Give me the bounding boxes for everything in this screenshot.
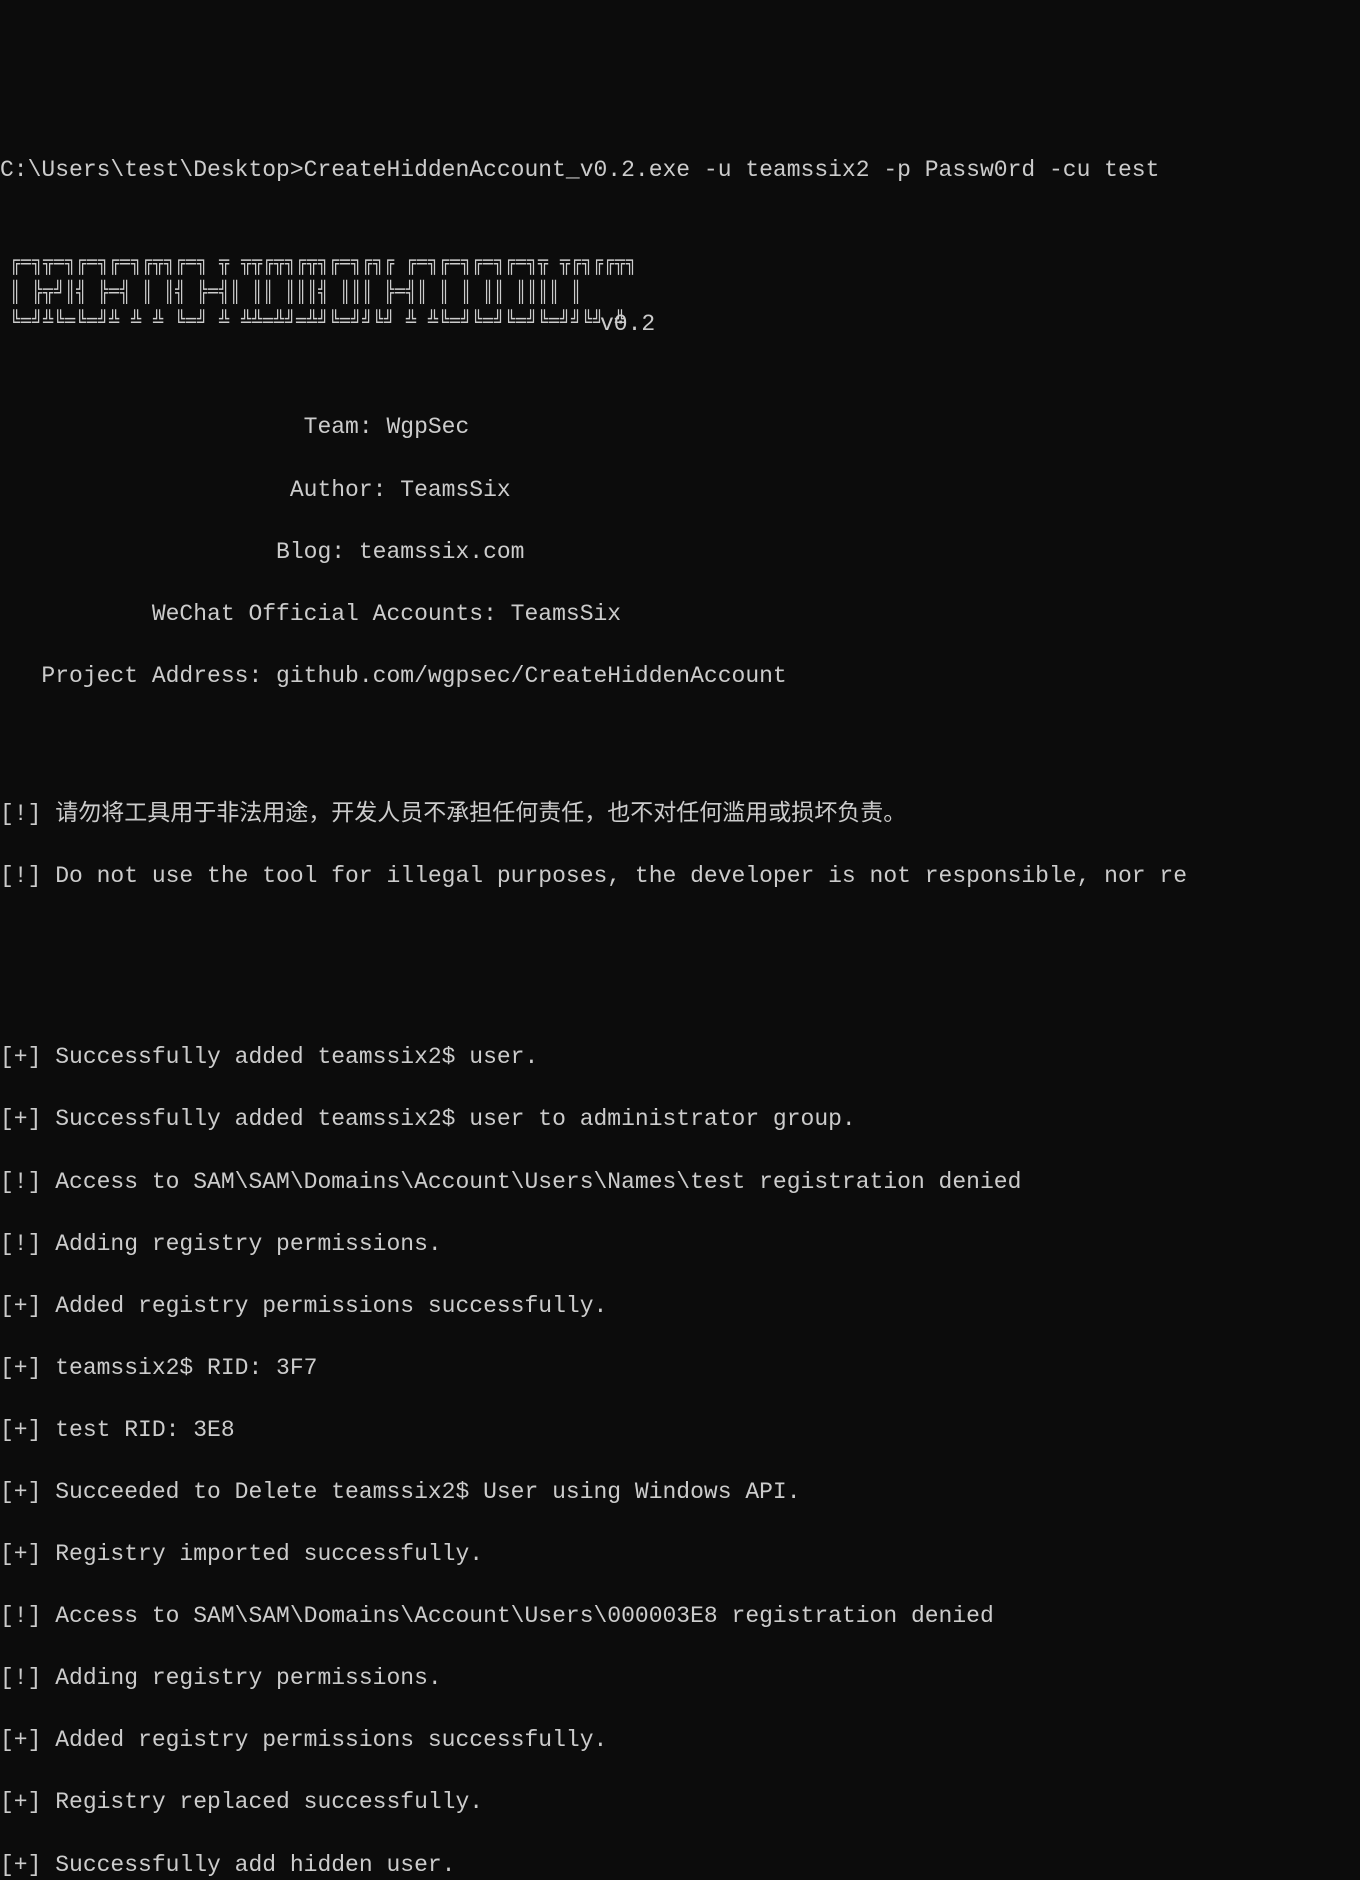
log-line: [+] test RID: 3E8 bbox=[0, 1415, 1360, 1446]
svg-text:║ ╠╦╝║╣ ╠═╣ ║ ║╣ ╠═╣║ ║║ ║║: ║ ╠╦╝║╣ ╠═╣ ║ ║╣ ╠═╣║ ║║ ║║║╣ ║║║ ╠═╣║ ║… bbox=[10, 279, 582, 304]
svg-text:╔═╗╦═╗╔═╗╔═╗╔╦╗╔═╗ ╦ ╦╦╔╦╗╔╦╗: ╔═╗╦═╗╔═╗╔═╗╔╦╗╔═╗ ╦ ╦╦╔╦╗╔╦╗╔═╗╔╗╔ ╔═╗╔… bbox=[10, 251, 637, 275]
info-wechat: WeChat Official Accounts: TeamsSix bbox=[0, 599, 1360, 630]
warning-cn: [!] 请勿将工具用于非法用途，开发人员不承担任何责任，也不对任何滥用或损坏负责… bbox=[0, 799, 1360, 830]
log-line: [+] teamssix2$ RID: 3F7 bbox=[0, 1353, 1360, 1384]
log-line: [+] Successfully added teamssix2$ user t… bbox=[0, 1104, 1360, 1135]
log-line: [+] Added registry permissions successfu… bbox=[0, 1725, 1360, 1756]
log-block: [+] Successfully added teamssix2$ user. … bbox=[0, 1011, 1360, 1880]
command-prompt-line: C:\Users\test\Desktop>CreateHiddenAccoun… bbox=[0, 155, 1360, 186]
log-line: [+] Registry replaced successfully. bbox=[0, 1787, 1360, 1818]
info-project: Project Address: github.com/wgpsec/Creat… bbox=[0, 661, 1360, 692]
warning-en: [!] Do not use the tool for illegal purp… bbox=[0, 861, 1360, 892]
log-line: [!] Access to SAM\SAM\Domains\Account\Us… bbox=[0, 1601, 1360, 1632]
svg-text:╚═╝╩╚═╚═╝╩ ╩ ╩ ╚═╝ ╩ ╩╩═╩╝═╩╝: ╚═╝╩╚═╚═╝╩ ╩ ╩ ╚═╝ ╩ ╩╩═╩╝═╩╝╚═╝╝╚╝ ╩ ╩╚… bbox=[10, 308, 626, 333]
log-line: [!] Access to SAM\SAM\Domains\Account\Us… bbox=[0, 1167, 1360, 1198]
log-line: [+] Succeeded to Delete teamssix2$ User … bbox=[0, 1477, 1360, 1508]
log-line: [+] Registry imported successfully. bbox=[0, 1539, 1360, 1570]
log-line: [+] Added registry permissions successfu… bbox=[0, 1291, 1360, 1322]
info-block: Team: WgpSec Author: TeamsSix Blog: team… bbox=[0, 381, 1360, 723]
info-blog: Blog: teamssix.com bbox=[0, 537, 1360, 568]
ascii-banner: .t { font-family: Consolas, 'Courier New… bbox=[10, 245, 1360, 344]
log-line: [+] Successfully add hidden user. bbox=[0, 1850, 1360, 1880]
version-text: v0.2 bbox=[600, 311, 655, 337]
log-line: [!] Adding registry permissions. bbox=[0, 1229, 1360, 1260]
ascii-title-svg: .t { font-family: Consolas, 'Courier New… bbox=[10, 245, 910, 340]
log-line: [!] Adding registry permissions. bbox=[0, 1663, 1360, 1694]
info-author: Author: TeamsSix bbox=[0, 475, 1360, 506]
warning-block: [!] 请勿将工具用于非法用途，开发人员不承担任何责任，也不对任何滥用或损坏负责… bbox=[0, 768, 1360, 923]
terminal-output: C:\Users\test\Desktop>CreateHiddenAccoun… bbox=[0, 124, 1360, 1880]
log-line: [+] Successfully added teamssix2$ user. bbox=[0, 1042, 1360, 1073]
info-team: Team: WgpSec bbox=[0, 412, 1360, 443]
spacer bbox=[0, 954, 1360, 974]
